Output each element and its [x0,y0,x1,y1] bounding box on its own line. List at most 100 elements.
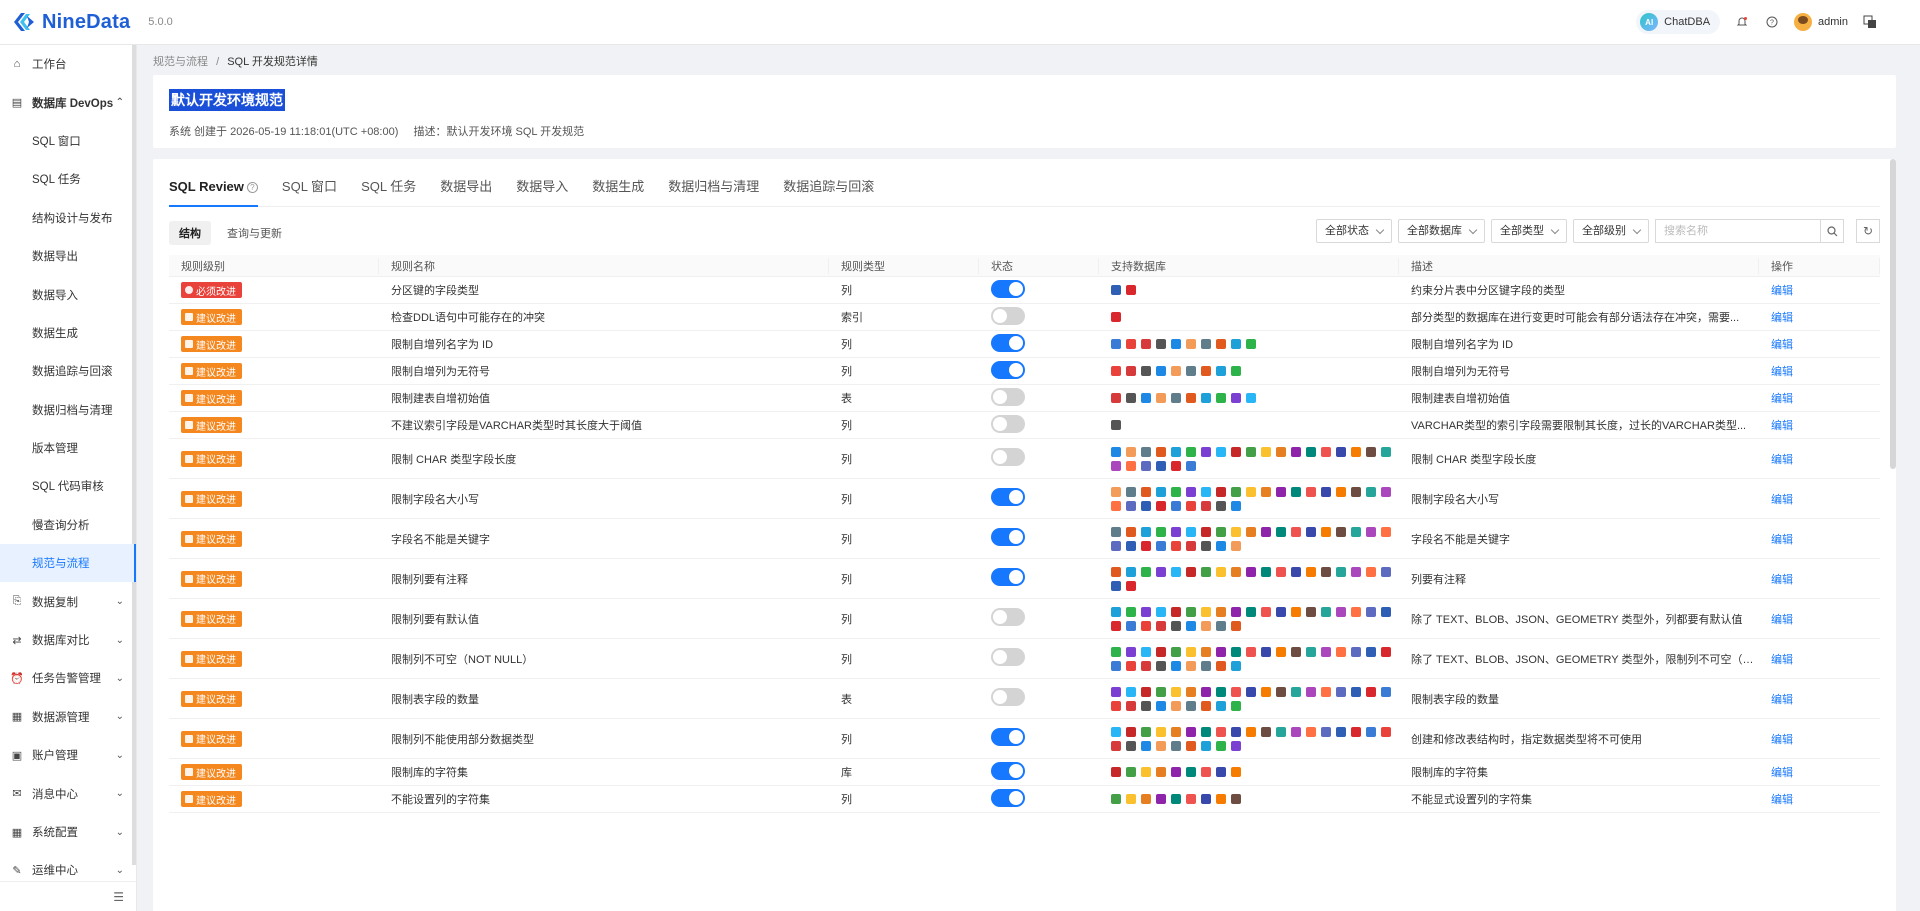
status-cell [979,414,1099,436]
status-toggle[interactable] [991,728,1025,746]
database-logo-icon [1246,526,1256,537]
sidebar-item-4[interactable]: 结构设计与发布 [0,199,136,237]
edit-link[interactable]: 编辑 [1771,285,1793,297]
sidebar-item-10[interactable]: 版本管理 [0,429,136,467]
status-toggle[interactable] [991,761,1025,780]
sidebar-item-8[interactable]: 数据追踪与回滚 [0,352,136,390]
sidebar-item-0[interactable]: ⌂ 工作台 [0,45,136,83]
status-toggle[interactable] [991,528,1025,546]
database-logo-icon [1171,366,1181,376]
tab-5[interactable]: 数据生成 [592,171,644,206]
database-logo-icon [1111,740,1121,751]
tab-0[interactable]: SQL Review? [169,171,258,207]
status-toggle[interactable] [991,414,1025,433]
bell-icon[interactable] [1734,14,1750,30]
status-toggle[interactable] [991,608,1025,626]
status-toggle[interactable] [991,360,1025,379]
edit-link[interactable]: 编辑 [1771,454,1793,466]
search-button[interactable] [1820,219,1844,243]
title-card: 默认开发环境规范 系统 创建于 2026-05-19 11:18:01(UTC … [153,75,1896,148]
database-logo-icon [1276,726,1286,737]
sidebar-item-14[interactable]: ⎘ 数据复制 ⌄ [0,582,136,620]
tab-3[interactable]: 数据导出 [440,171,492,206]
logo[interactable]: NineData [12,10,130,34]
sidebar-item-19[interactable]: ✉ 消息中心 ⌄ [0,774,136,812]
sidebar-item-15[interactable]: ⇄ 数据库对比 ⌄ [0,621,136,659]
status-toggle[interactable] [991,488,1025,506]
rule-name: 限制建表自增初始值 [391,393,490,405]
sidebar-item-17[interactable]: ▦ 数据源管理 ⌄ [0,698,136,736]
database-logo-icon [1291,646,1301,657]
edit-link[interactable]: 编辑 [1771,312,1793,324]
sidebar-item-9[interactable]: 数据归档与清理 [0,391,136,429]
rule-type: 列 [841,533,852,546]
sidebar-item-2[interactable]: SQL 窗口 [0,122,136,160]
sidebar-item-12[interactable]: 慢查询分析 [0,506,136,544]
sidebar-item-11[interactable]: SQL 代码审核 [0,467,136,505]
edit-link[interactable]: 编辑 [1771,654,1793,666]
status-toggle[interactable] [991,333,1025,352]
tab-4[interactable]: 数据导入 [516,171,568,206]
edit-link[interactable]: 编辑 [1771,574,1793,586]
subtab-query-update[interactable]: 查询与更新 [217,221,292,245]
actions-cell: 编辑 [1759,390,1880,406]
status-toggle[interactable] [991,448,1025,466]
edit-link[interactable]: 编辑 [1771,734,1793,746]
database-logo-icon [1231,767,1241,777]
status-toggle[interactable] [991,306,1025,325]
database-logo-icon [1111,486,1121,497]
status-toggle[interactable] [991,568,1025,586]
status-toggle[interactable] [991,788,1025,807]
edit-link[interactable]: 编辑 [1771,534,1793,546]
edit-link[interactable]: 编辑 [1771,694,1793,706]
tab-2[interactable]: SQL 任务 [361,171,416,206]
sidebar-item-13[interactable]: 规范与流程 [0,544,136,583]
sidebar-item-label: 工作台 [32,59,67,72]
sidebar-item-16[interactable]: ⏰ 任务告警管理 ⌄ [0,659,136,697]
level-cell: 建议改进 [169,610,379,627]
database-logo-icon [1111,540,1121,551]
edit-link[interactable]: 编辑 [1771,494,1793,506]
sidebar-item-1[interactable]: ▤ 数据库 DevOps ⌃ [0,83,136,121]
sidebar-item-18[interactable]: ▣ 账户管理 ⌄ [0,736,136,774]
database-filter-select[interactable]: 全部数据库 [1398,219,1485,243]
help-circle-icon[interactable]: ? [246,182,258,194]
sidebar-item-7[interactable]: 数据生成 [0,314,136,352]
chatdba-button[interactable]: AI ChatDBA [1636,10,1721,34]
tab-6[interactable]: 数据归档与清理 [668,171,759,206]
subtab-structure[interactable]: 结构 [169,221,211,245]
tab-7[interactable]: 数据追踪与回滚 [783,171,874,206]
sidebar-item-20[interactable]: ▦ 系统配置 ⌄ [0,813,136,851]
user-menu[interactable]: admin [1794,13,1848,31]
database-logo-icon [1201,660,1211,671]
refresh-button[interactable]: ↻ [1856,219,1880,243]
edit-link[interactable]: 编辑 [1771,366,1793,378]
sidebar-item-6[interactable]: 数据导入 [0,275,136,313]
sidebar-item-5[interactable]: 数据导出 [0,237,136,275]
status-toggle[interactable] [991,648,1025,666]
content-scrollbar[interactable] [1890,159,1896,469]
edit-link[interactable]: 编辑 [1771,767,1793,779]
edit-link[interactable]: 编辑 [1771,614,1793,626]
tab-1[interactable]: SQL 窗口 [282,171,337,206]
search-input[interactable] [1655,219,1820,243]
edit-link[interactable]: 编辑 [1771,794,1793,806]
type-filter-select[interactable]: 全部类型 [1491,219,1567,243]
level-filter-select[interactable]: 全部级别 [1573,219,1649,243]
status-toggle[interactable] [991,688,1025,706]
user-name: admin [1818,16,1848,28]
breadcrumb-parent[interactable]: 规范与流程 [153,56,208,68]
sidebar-item-3[interactable]: SQL 任务 [0,160,136,198]
edit-link[interactable]: 编辑 [1771,420,1793,432]
help-icon[interactable]: ? [1764,14,1780,30]
status-toggle[interactable] [991,279,1025,298]
level-cell: 建议改进 [169,650,379,667]
collapse-sidebar-button[interactable]: ☰ [0,881,136,911]
rule-description: 部分类型的数据库在进行变更时可能会有部分语法存在冲突，需要... [1411,312,1740,324]
status-filter-select[interactable]: 全部状态 [1316,219,1392,243]
status-toggle[interactable] [991,387,1025,406]
language-icon[interactable] [1862,14,1878,30]
edit-link[interactable]: 编辑 [1771,393,1793,405]
edit-link[interactable]: 编辑 [1771,339,1793,351]
tab-label: 数据归档与清理 [668,179,760,194]
